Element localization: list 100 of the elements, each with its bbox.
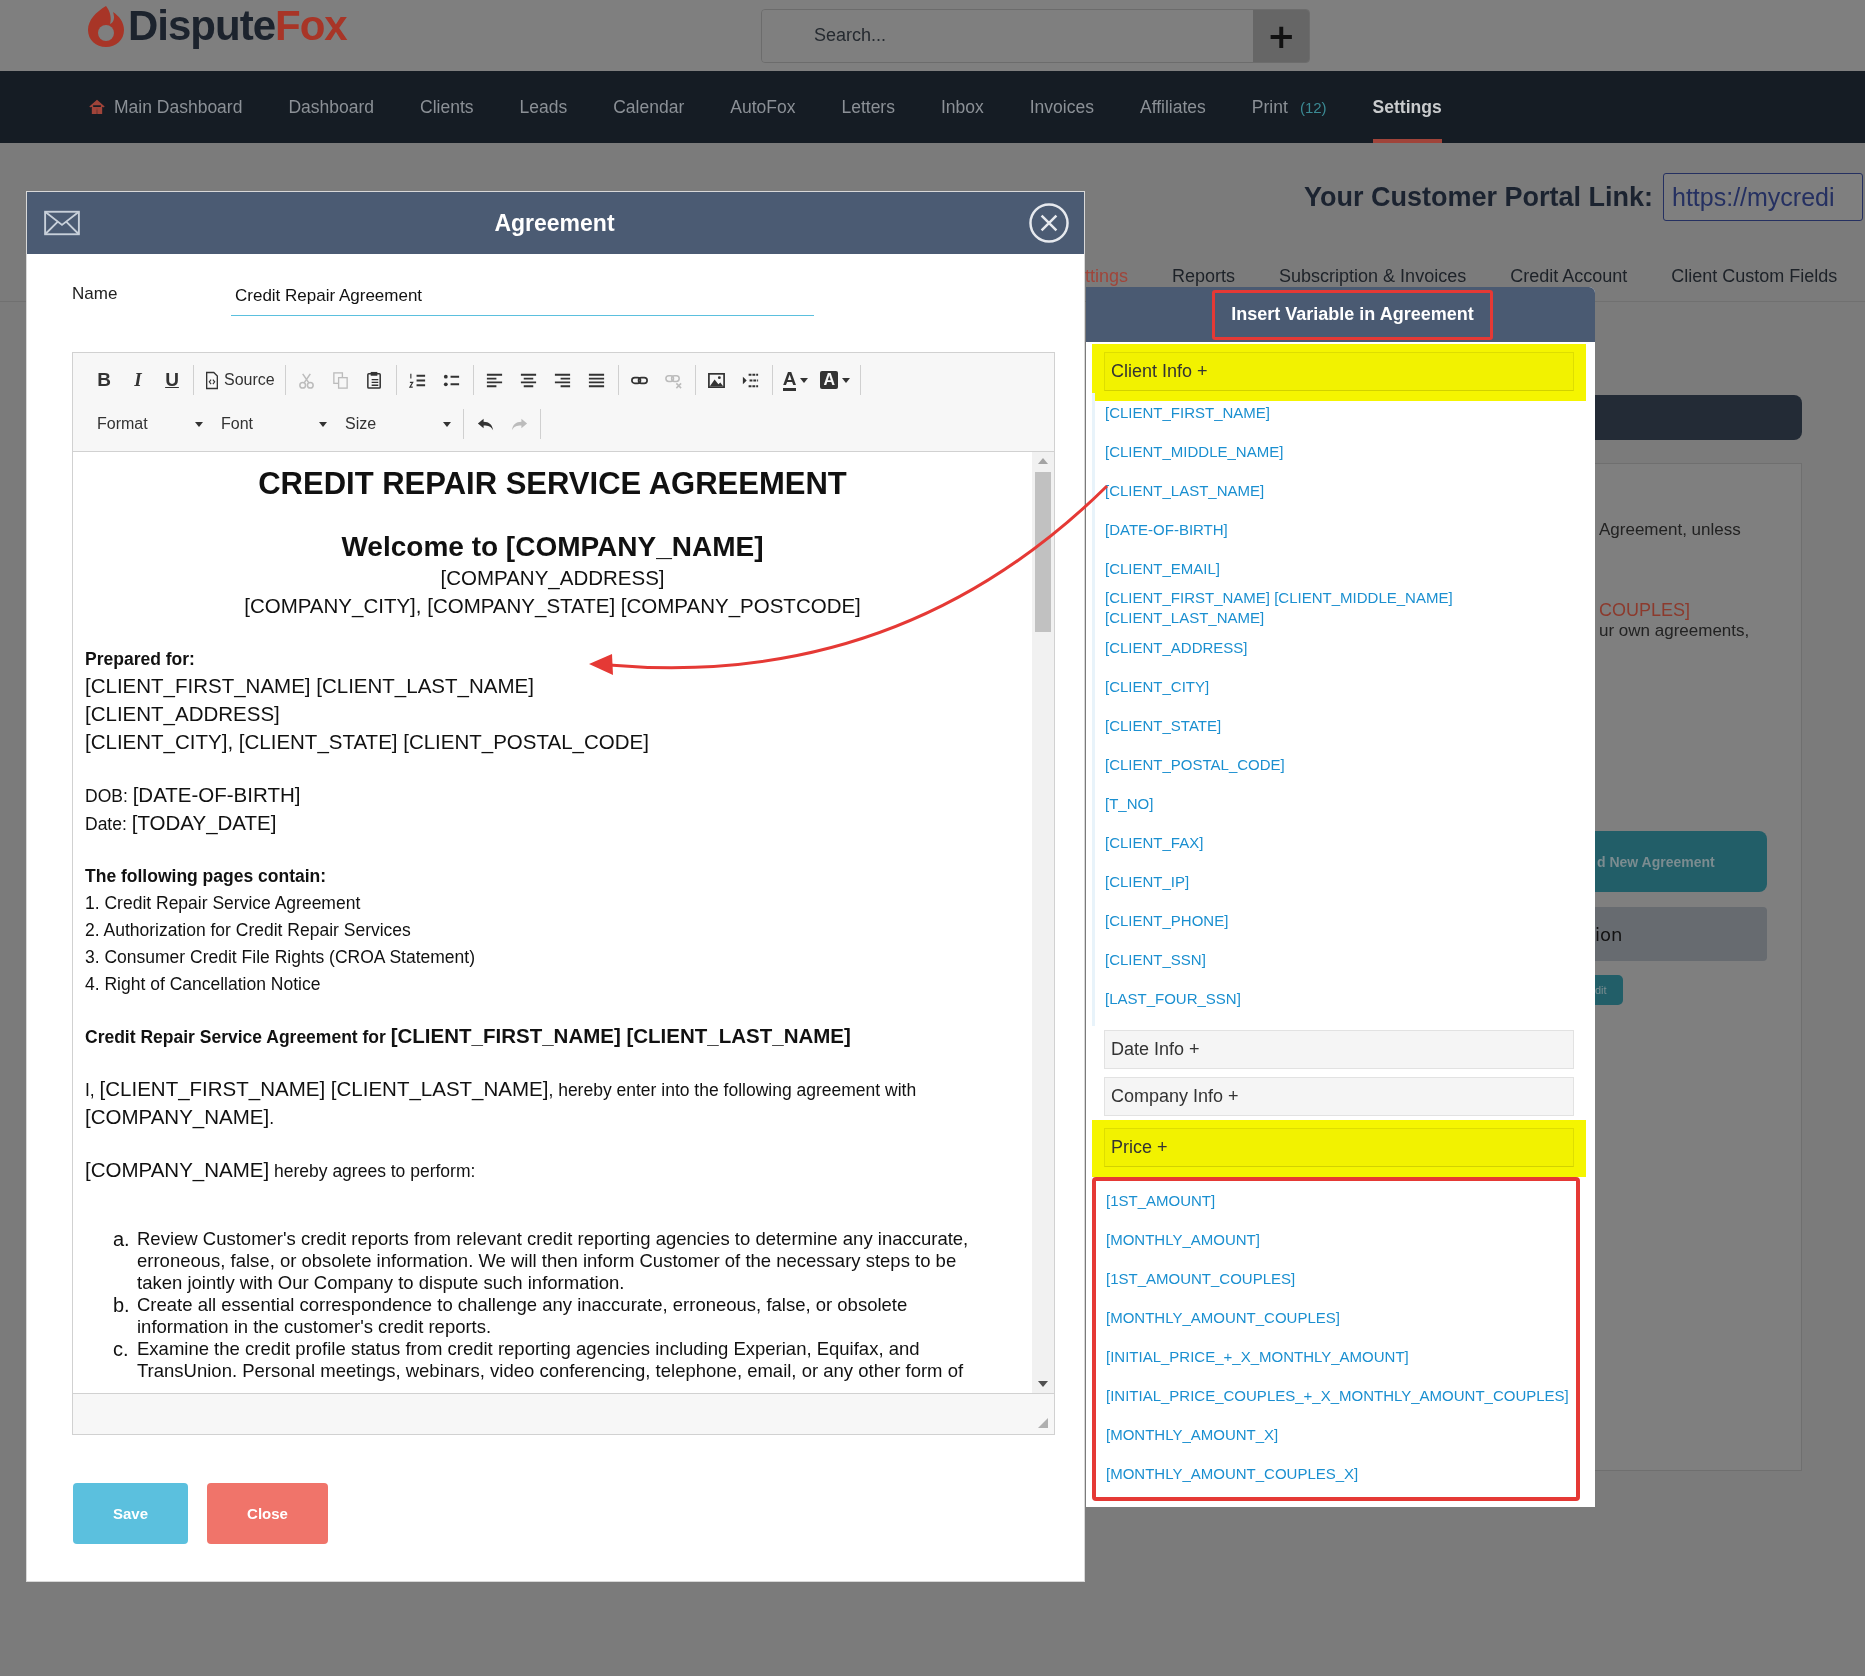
- document-text: 1. Credit Repair Service Agreement: [85, 892, 362, 915]
- home-icon: [88, 98, 106, 116]
- nav-link[interactable]: Settings: [1372, 71, 1442, 143]
- nav-link[interactable]: Calendar: [613, 71, 685, 143]
- variable-link[interactable]: [CLIENT_STATE]: [1105, 706, 1576, 745]
- portal-link-field[interactable]: https://mycredi: [1663, 173, 1863, 221]
- variable-group-header[interactable]: Client Info +: [1104, 352, 1574, 391]
- document-text: Welcome to [COMPANY_NAME]: [340, 530, 765, 564]
- variable-link[interactable]: [CLIENT_MIDDLE_NAME]: [1105, 432, 1576, 471]
- variable-group-header[interactable]: Price +: [1104, 1128, 1574, 1167]
- variable-link[interactable]: [CLIENT_SSN]: [1105, 940, 1576, 979]
- nav-link[interactable]: Clients: [420, 71, 474, 143]
- nav-link[interactable]: Letters: [841, 71, 895, 143]
- caret-icon: [443, 421, 451, 427]
- document-text: [COMPANY_NAME] hereby agrees to perform:: [85, 1157, 477, 1184]
- resize-grip-icon: [1038, 1418, 1048, 1428]
- toolbar-dropdown[interactable]: Size: [337, 415, 457, 433]
- toolbar-dropdown[interactable]: Format: [89, 415, 209, 433]
- name-label: Name: [72, 283, 119, 304]
- variable-link[interactable]: [CLIENT_CITY]: [1105, 667, 1576, 706]
- document-text: 2. Authorization for Credit Repair Services: [85, 919, 412, 942]
- list-item-text: Review Customer's credit reports from relevant credit reporting agencies to determine any inaccurate, erroneous, false, or obsolete information. We will then inform Customer of the necessary steps to be taken jointly with Our Company to dispute such information.: [137, 1228, 970, 1294]
- settings-tab[interactable]: Subscription & Invoices: [1279, 265, 1467, 287]
- variable-link[interactable]: [DATE-OF-BIRTH]: [1105, 510, 1576, 549]
- variable-link[interactable]: [MONTHLY_AMOUNT_COUPLES_X]: [1106, 1454, 1570, 1493]
- document-icon: [204, 370, 220, 390]
- variable-link[interactable]: [CLIENT_LAST_NAME]: [1105, 471, 1576, 510]
- document-text: I, [CLIENT_FIRST_NAME] [CLIENT_LAST_NAME], hereby enter into the following agreement with [COMPANY_NAME].: [85, 1076, 918, 1131]
- nav-link[interactable]: AutoFox: [730, 71, 796, 143]
- card-text: ur own agreements,: [1598, 621, 1750, 641]
- dialog-title: Agreement: [494, 209, 615, 237]
- variable-link[interactable]: [CLIENT_FAX]: [1105, 823, 1576, 862]
- variable-group-header[interactable]: Company Info +: [1104, 1077, 1574, 1116]
- envelope-icon: [43, 208, 81, 238]
- search-bar[interactable]: Search... +: [761, 8, 1310, 63]
- variable-link[interactable]: [CLIENT_PHONE]: [1105, 901, 1576, 940]
- nav-link[interactable]: Print (12): [1251, 71, 1327, 143]
- nav-link[interactable]: Affiliates: [1139, 71, 1206, 143]
- add-agreement-button[interactable]: d New Agreement: [1595, 831, 1767, 892]
- nav-link[interactable]: Dashboard: [288, 71, 375, 143]
- toolbar-dropdown[interactable]: Font: [213, 415, 333, 433]
- close-button[interactable]: [1028, 202, 1070, 244]
- variable-link[interactable]: [CLIENT_IP]: [1105, 862, 1576, 901]
- nav-link[interactable]: Main Dashboard: [88, 71, 243, 143]
- image-icon: [707, 370, 727, 390]
- variable-link[interactable]: [CLIENT_POSTAL_CODE]: [1105, 745, 1576, 784]
- document-text: 3. Consumer Credit File Rights (CROA Statement): [85, 946, 476, 969]
- variable-link[interactable]: [1ST_AMOUNT_COUPLES]: [1106, 1259, 1570, 1298]
- variable-link[interactable]: [T_NO]: [1105, 784, 1576, 823]
- settings-tab[interactable]: Reports: [1172, 265, 1236, 287]
- insert-variable-button[interactable]: Insert Variable in Agreement: [1212, 289, 1493, 340]
- document-text: Credit Repair Service Agreement for [CLIENT_FIRST_NAME] [CLIENT_LAST_NAME]: [85, 1023, 852, 1049]
- list-item-text: Examine the credit profile status from credit reporting agencies including Experian, Equifax, and TransUnion. Personal meetings, webinars, video conferencing, telephone, email, or any other form of: [137, 1338, 965, 1382]
- nav-link[interactable]: Inbox: [940, 71, 984, 143]
- italic-button[interactable]: I: [123, 365, 153, 395]
- bold-button[interactable]: B: [89, 365, 119, 395]
- logo-wordmark[interactable]: DisputeFox: [128, 1, 347, 50]
- variable-link[interactable]: [CLIENT_ADDRESS]: [1105, 628, 1576, 667]
- variable-link[interactable]: [CLIENT_FIRST_NAME] [CLIENT_MIDDLE_NAME] [CLIENT_LAST_NAME]: [1105, 588, 1576, 628]
- background-color-button[interactable]: A: [816, 365, 854, 395]
- document-text: [COMPANY_ADDRESS]: [439, 565, 666, 592]
- document-text: The following pages contain:: [85, 865, 328, 888]
- section-title: ion: [1595, 907, 1767, 961]
- text-color-button[interactable]: A: [778, 365, 813, 395]
- caret-icon: [800, 377, 809, 383]
- variable-group-header[interactable]: Date Info +: [1104, 1030, 1574, 1069]
- variable-link[interactable]: [INITIAL_PRICE_COUPLES_+_X_MONTHLY_AMOUNT_COUPLES]: [1106, 1376, 1570, 1415]
- close-button[interactable]: Close: [207, 1483, 328, 1544]
- document-text: [CLIENT_FIRST_NAME] [CLIENT_LAST_NAME]: [85, 673, 535, 700]
- add-button[interactable]: +: [1253, 9, 1309, 62]
- variable-link[interactable]: [INITIAL_PRICE_+_X_MONTHLY_AMOUNT]: [1106, 1337, 1570, 1376]
- portal-link-label: Your Customer Portal Link:: [1303, 181, 1653, 213]
- list-marker: a.: [113, 1228, 131, 1252]
- edit-button[interactable]: dit: [1595, 975, 1623, 1005]
- document-text: [COMPANY_CITY], [COMPANY_STATE] [COMPANY_POSTCODE]: [243, 593, 862, 620]
- list-marker: b.: [113, 1294, 131, 1318]
- variable-link[interactable]: [CLIENT_FIRST_NAME]: [1105, 393, 1576, 432]
- save-button[interactable]: Save: [73, 1483, 188, 1544]
- nav-link[interactable]: Leads: [519, 71, 568, 143]
- caret-icon: [319, 421, 327, 427]
- document-text: Date: [TODAY_DATE]: [85, 810, 278, 837]
- nav-link[interactable]: Invoices: [1029, 71, 1094, 143]
- variable-link[interactable]: [MONTHLY_AMOUNT]: [1106, 1220, 1570, 1259]
- scrollbar[interactable]: [1032, 452, 1054, 1393]
- caret-icon: [195, 421, 203, 427]
- underline-button[interactable]: U: [157, 365, 187, 395]
- settings-tab[interactable]: Client Custom Fields: [1671, 265, 1838, 287]
- settings-tab[interactable]: Credit Account: [1510, 265, 1628, 287]
- variable-link[interactable]: [CLIENT_EMAIL]: [1105, 549, 1576, 588]
- variable-link[interactable]: [LAST_FOUR_SSN]: [1105, 979, 1576, 1018]
- document-text: CREDIT REPAIR SERVICE AGREEMENT: [257, 465, 848, 503]
- card-text: Agreement, unless: [1598, 520, 1741, 540]
- copy-icon: [331, 370, 351, 390]
- document-text: [CLIENT_CITY], [CLIENT_STATE] [CLIENT_POSTAL_CODE]: [85, 729, 650, 756]
- caret-icon: [842, 377, 850, 383]
- variable-link[interactable]: [MONTHLY_AMOUNT_X]: [1106, 1415, 1570, 1454]
- source-button[interactable]: Source: [200, 365, 279, 395]
- variable-link[interactable]: [1ST_AMOUNT]: [1106, 1181, 1570, 1220]
- document-text: 4. Right of Cancellation Notice: [85, 973, 322, 996]
- variable-link[interactable]: [MONTHLY_AMOUNT_COUPLES]: [1106, 1298, 1570, 1337]
